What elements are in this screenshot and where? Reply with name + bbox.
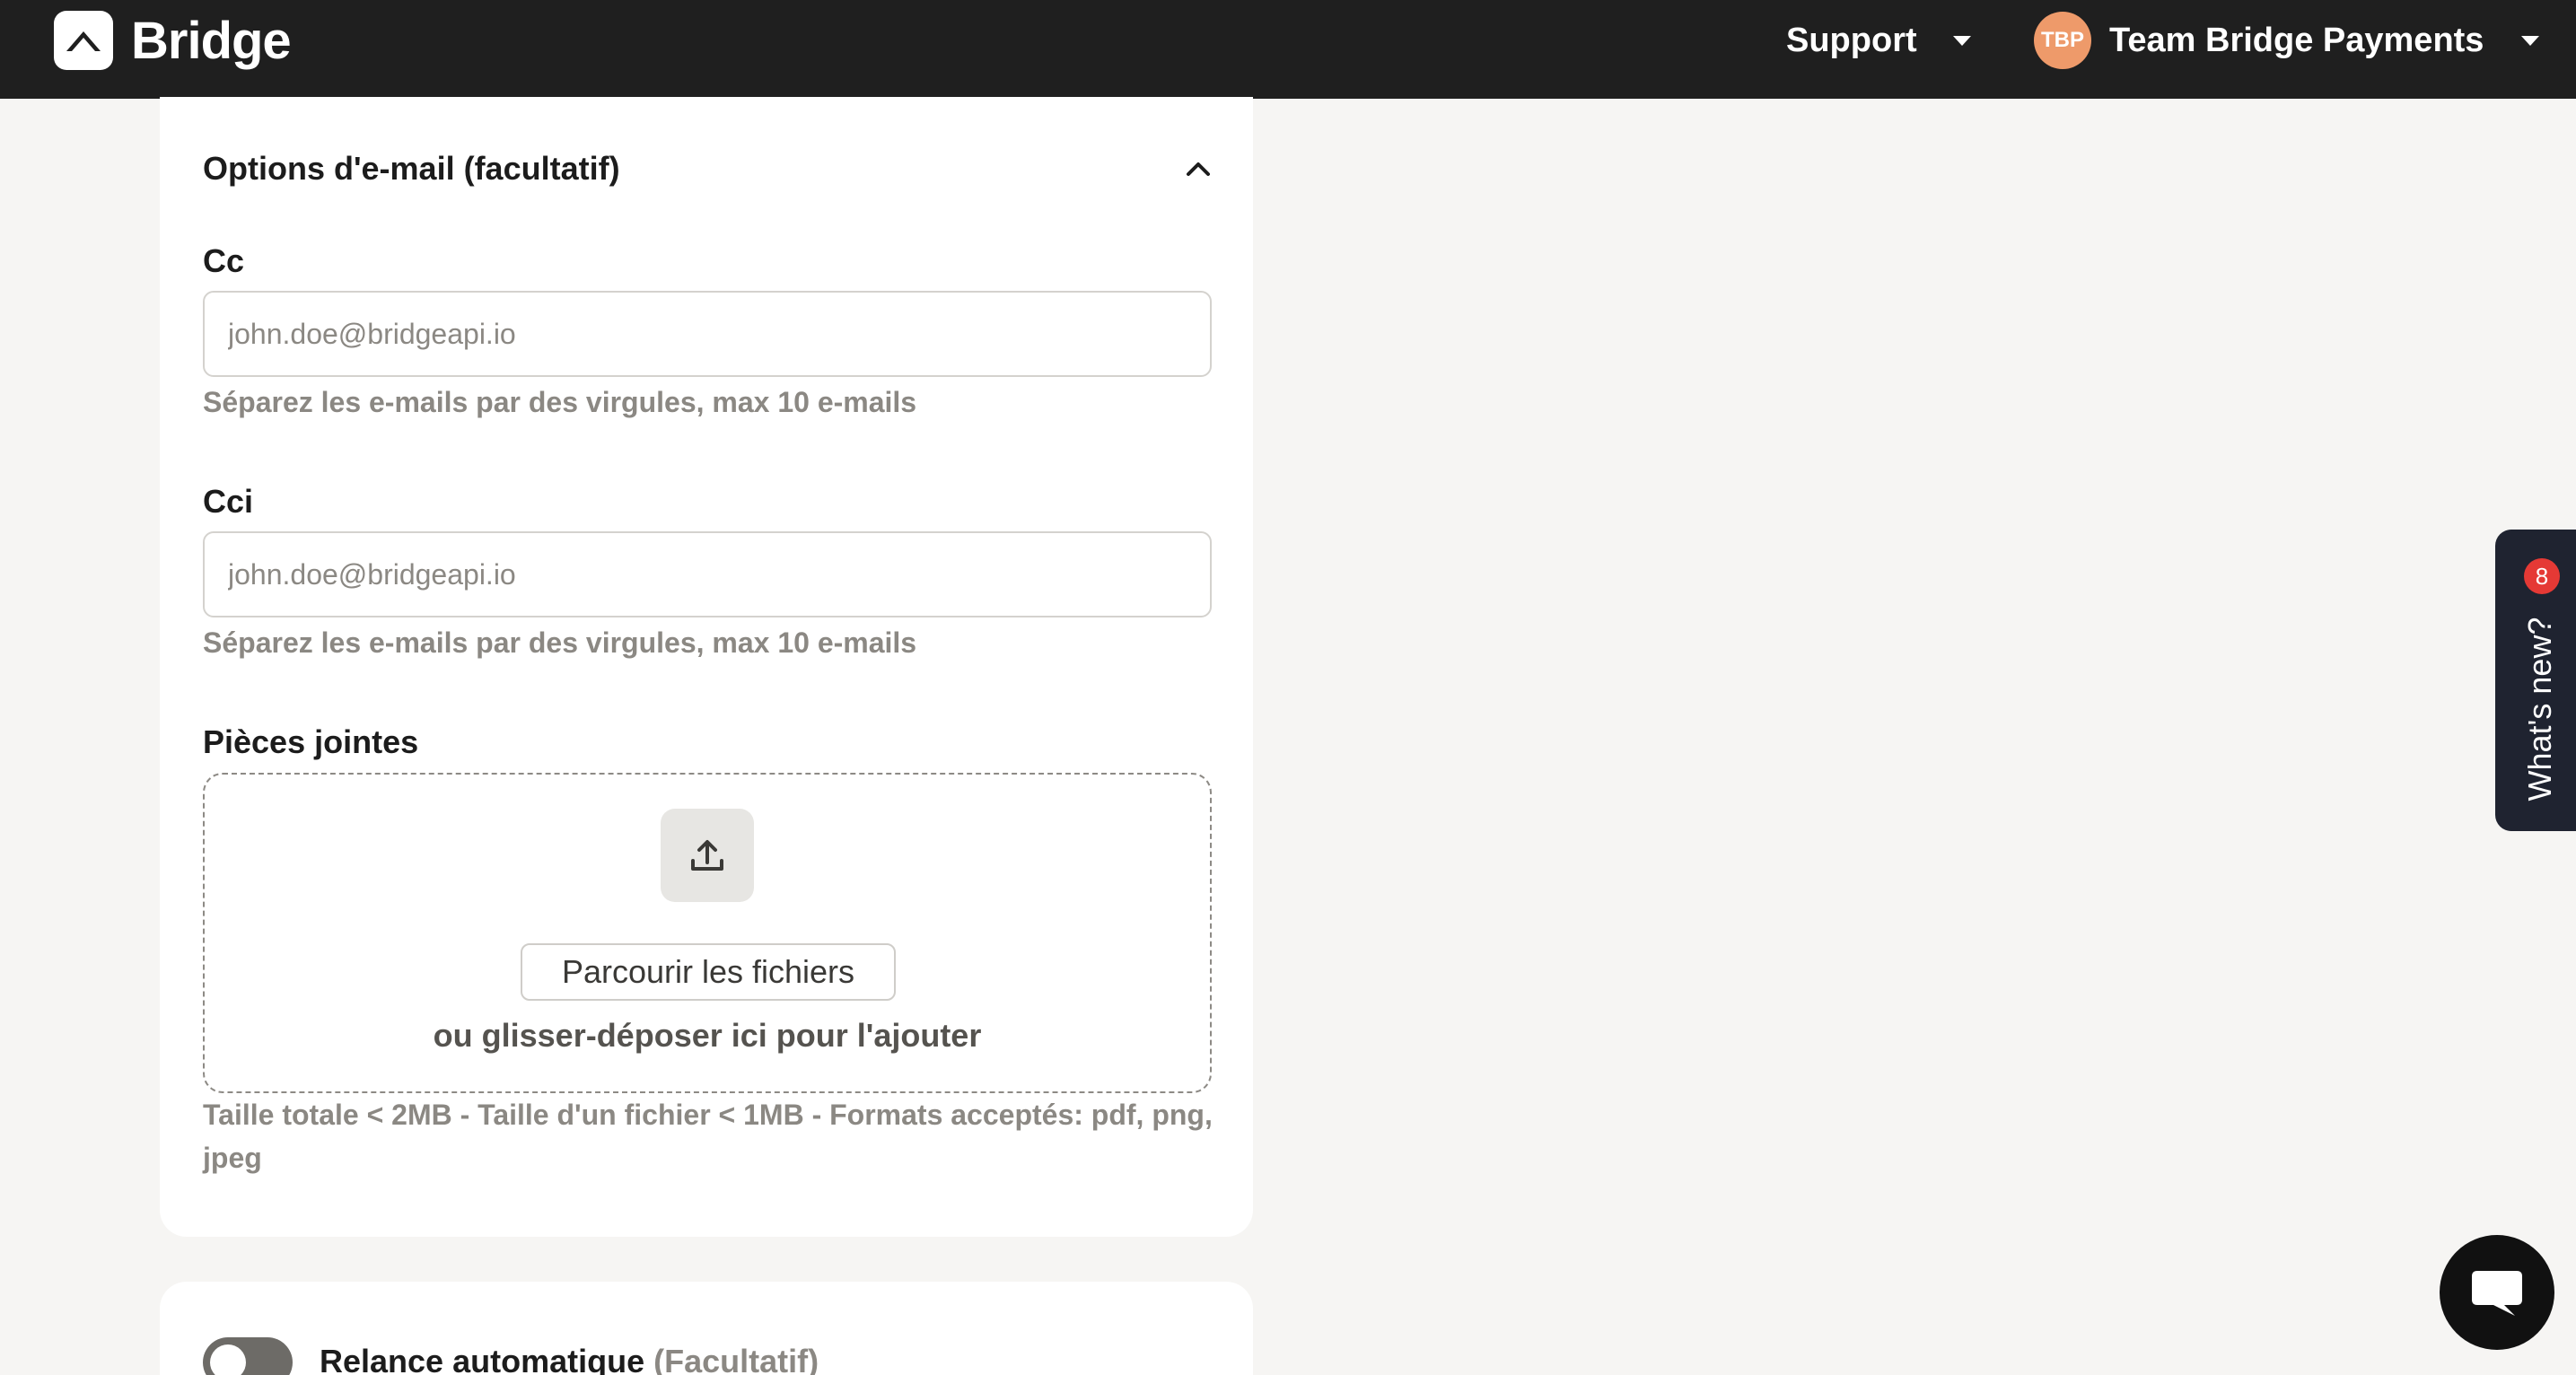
auto-reminder-toggle[interactable]	[203, 1337, 293, 1375]
attachments-label: Pièces jointes	[203, 723, 419, 760]
chevron-up-icon[interactable]	[1185, 155, 1212, 182]
upload-icon	[661, 809, 754, 902]
chat-launcher-button[interactable]	[2440, 1235, 2554, 1350]
cc-label: Cc	[203, 242, 245, 279]
auto-reminder-card: Relance automatique (Facultatif)	[160, 1282, 1253, 1375]
attachment-limits: Taille totale < 2MB - Taille d'un fichie…	[203, 1099, 1213, 1174]
team-menu[interactable]: TBP Team Bridge Payments	[2034, 11, 2540, 70]
auto-reminder-label: Relance automatique (Facultatif)	[320, 1343, 819, 1375]
bcc-hint: Séparez les e-mails par des virgules, ma…	[203, 626, 917, 659]
brand-logo[interactable]: Bridge	[54, 11, 292, 70]
cc-hint: Séparez les e-mails par des virgules, ma…	[203, 386, 917, 418]
section-title: Options d'e-mail (facultatif)	[203, 150, 620, 187]
auto-reminder-title: Relance automatique	[320, 1343, 645, 1375]
attachment-dropzone[interactable]: Parcourir les fichiers ou glisser-dépose…	[203, 773, 1212, 1093]
caret-down-icon	[2521, 35, 2540, 46]
avatar: TBP	[2034, 12, 2091, 69]
email-options-header[interactable]: Options d'e-mail (facultatif)	[203, 142, 1212, 196]
auto-reminder-optional: (Facultatif)	[653, 1343, 819, 1375]
notification-badge: 8	[2524, 558, 2560, 594]
chat-bubble-icon	[2472, 1271, 2522, 1316]
bcc-label: Cci	[203, 483, 254, 520]
bridge-logo-icon	[54, 11, 113, 70]
brand-name: Bridge	[131, 11, 292, 70]
support-menu[interactable]: Support	[1786, 22, 1971, 59]
cc-input[interactable]	[203, 291, 1212, 377]
drop-instructions: ou glisser-déposer ici pour l'ajouter	[433, 1017, 982, 1054]
team-name: Team Bridge Payments	[2109, 21, 2484, 59]
browse-files-button[interactable]: Parcourir les fichiers	[521, 943, 896, 1001]
bcc-input[interactable]	[203, 531, 1212, 617]
top-navigation-bar: Bridge Support TBP Team Bridge Payments	[0, 0, 2576, 99]
whats-new-tab[interactable]: 8 What's new?	[2495, 530, 2576, 831]
support-label: Support	[1786, 21, 1917, 59]
toggle-knob	[210, 1344, 246, 1375]
whats-new-label: What's new?	[2521, 617, 2558, 801]
caret-down-icon	[1952, 35, 1971, 46]
email-options-card: Options d'e-mail (facultatif) Cc Séparez…	[160, 97, 1253, 1237]
